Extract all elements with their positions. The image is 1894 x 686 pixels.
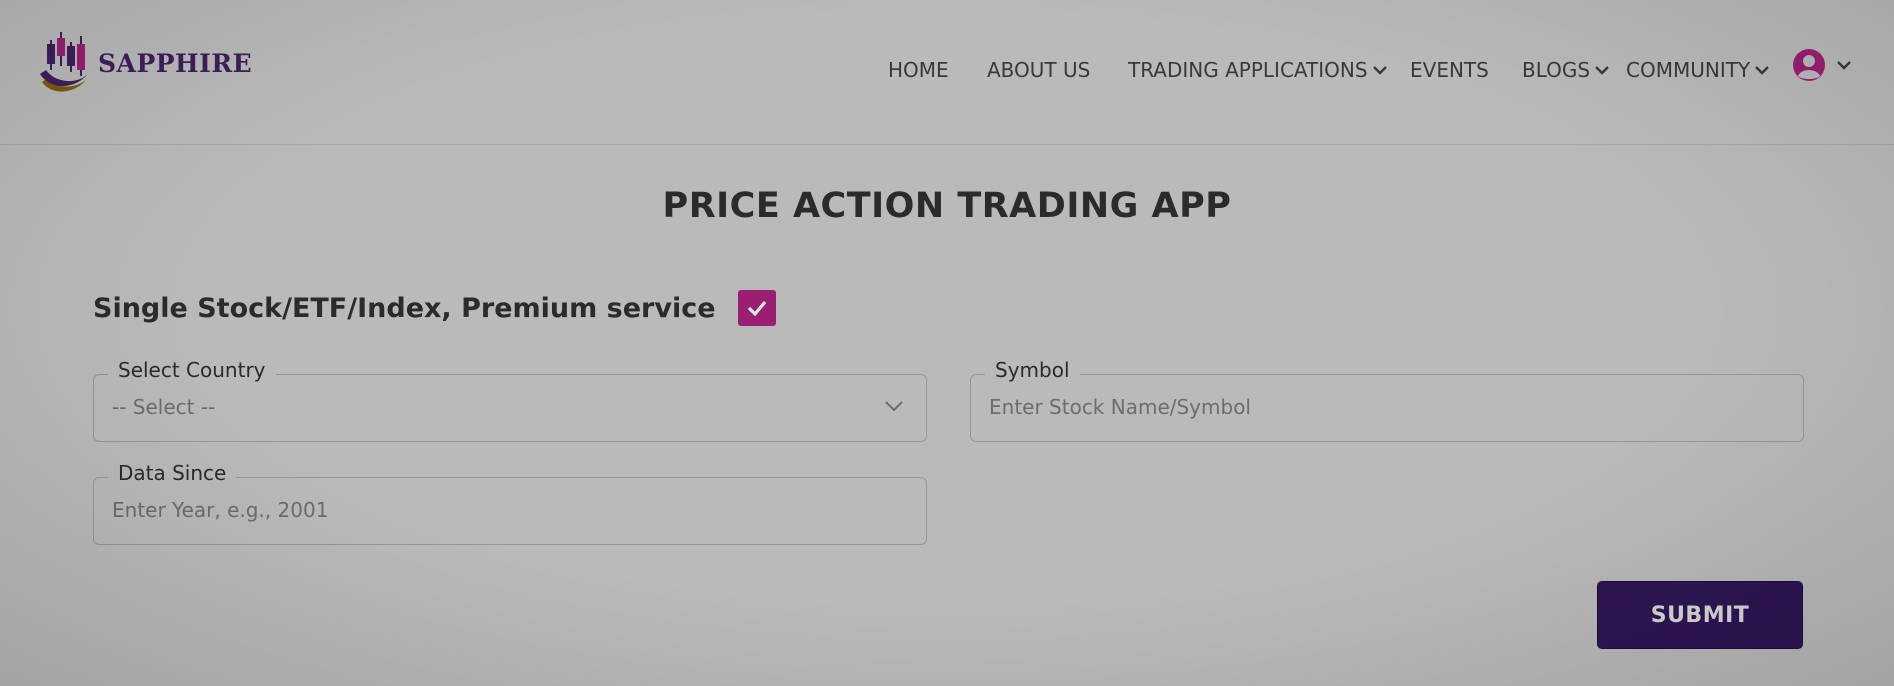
country-select[interactable]: Select Country -- Select --	[93, 358, 927, 442]
user-circle-icon	[1793, 49, 1825, 81]
nav-community[interactable]: COMMUNITY	[1626, 54, 1770, 86]
nav-home[interactable]: HOME	[888, 54, 949, 86]
country-select-value: -- Select --	[112, 395, 216, 419]
data-since-field[interactable]: Data Since Enter Year, e.g., 2001	[93, 461, 927, 545]
nav-blogs[interactable]: BLOGS	[1522, 54, 1610, 86]
checkmark-icon	[747, 300, 766, 317]
data-since-legend: Data Since	[108, 461, 237, 485]
chevron-down-icon	[885, 401, 903, 412]
chevron-down-icon	[1755, 66, 1770, 75]
premium-service-checkbox[interactable]	[737, 290, 776, 326]
nav-about-us-label: ABOUT US	[987, 58, 1091, 82]
nav-events[interactable]: EVENTS	[1410, 54, 1489, 86]
nav-blogs-label: BLOGS	[1522, 58, 1591, 82]
chevron-down-icon	[1837, 61, 1851, 70]
country-legend: Select Country	[108, 358, 276, 382]
page-title: PRICE ACTION TRADING APP	[662, 186, 1232, 226]
account-menu[interactable]	[1792, 48, 1852, 82]
nav-about-us[interactable]: ABOUT US	[987, 54, 1090, 86]
nav-community-label: COMMUNITY	[1626, 58, 1751, 82]
service-label: Single Stock/ETF/Index, Premium service	[93, 292, 716, 324]
symbol-input: Enter Stock Name/Symbol	[989, 395, 1251, 419]
service-row: Single Stock/ETF/Index, Premium service	[93, 290, 776, 326]
submit-button[interactable]: SUBMIT	[1597, 581, 1803, 649]
nav-home-label: HOME	[888, 58, 949, 82]
main-nav: HOME ABOUT US TRADING APPLICATIONS EVENT…	[0, 54, 1894, 86]
data-since-input: Enter Year, e.g., 2001	[112, 498, 329, 522]
site-header: SAPPHIRE HOME ABOUT US TRADING APPLICATI…	[0, 0, 1894, 145]
chevron-down-icon	[1595, 66, 1609, 75]
nav-trading-applications-label: TRADING APPLICATIONS	[1128, 58, 1368, 82]
symbol-legend: Symbol	[985, 358, 1080, 382]
chevron-down-icon	[1372, 66, 1387, 75]
symbol-field[interactable]: Symbol Enter Stock Name/Symbol	[970, 358, 1804, 442]
nav-trading-applications[interactable]: TRADING APPLICATIONS	[1128, 54, 1388, 86]
nav-events-label: EVENTS	[1410, 58, 1489, 82]
